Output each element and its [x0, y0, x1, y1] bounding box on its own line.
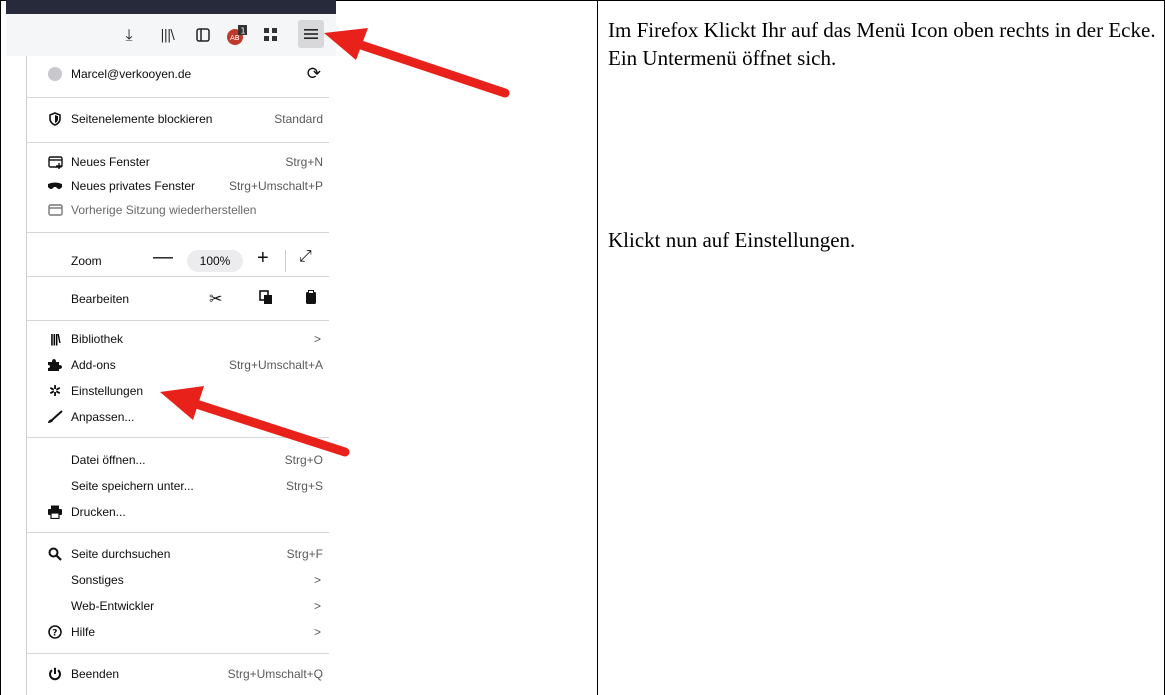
help-item[interactable]: ? Hilfe >: [27, 619, 329, 645]
brush-icon: [47, 409, 63, 425]
adblock-icon[interactable]: AB 1: [226, 24, 248, 46]
library-icon[interactable]: |||\: [156, 24, 178, 46]
private-window-shortcut: Strg+Umschalt+P: [228, 179, 323, 193]
zoom-divider: [285, 250, 286, 272]
adblock-badge-text: 1: [241, 27, 246, 36]
new-window-label: Neues Fenster: [71, 155, 150, 169]
table-border-middle: [597, 0, 598, 695]
find-in-page-shortcut: Strg+F: [286, 547, 323, 561]
fullscreen-icon[interactable]: ⤢: [299, 248, 312, 266]
save-page-shortcut: Strg+S: [285, 479, 323, 493]
customize-label: Anpassen...: [71, 410, 135, 424]
web-developer-label: Web-Entwickler: [71, 599, 155, 613]
zoom-in-button[interactable]: +: [257, 247, 269, 270]
zoom-reset-button[interactable]: 100%: [187, 250, 243, 272]
menu-separator: [27, 232, 329, 233]
app-menu: Marcel@verkooyen.de ⟳ Seitenelemente blo…: [26, 56, 329, 695]
menu-separator: [27, 437, 329, 438]
quit-item[interactable]: Beenden Strg+Umschalt+Q: [27, 661, 329, 687]
paste-icon[interactable]: [305, 290, 317, 308]
find-in-page-item[interactable]: Seite durchsuchen Strg+F: [27, 541, 329, 567]
printer-icon: [47, 504, 63, 520]
print-label: Drucken...: [71, 505, 126, 519]
help-label: Hilfe: [71, 625, 96, 639]
instruction-step-2: Klickt nun auf Einstellungen.: [608, 228, 856, 252]
copy-icon[interactable]: [259, 290, 273, 308]
settings-label: Einstellungen: [71, 384, 144, 398]
save-page-label: Seite speichern unter...: [71, 479, 194, 493]
sidebar-icon[interactable]: [192, 24, 214, 46]
addons-label: Add-ons: [71, 358, 116, 372]
library-label: Bibliothek: [71, 332, 124, 346]
browser-toolbar: ⤓ |||\ AB 1: [6, 0, 336, 56]
more-tools-label: Sonstiges: [71, 573, 124, 587]
avatar-icon: [47, 66, 63, 82]
addons-shortcut: Strg+Umschalt+A: [228, 358, 323, 372]
settings-item[interactable]: ✲ Einstellungen: [27, 378, 329, 404]
tracking-protection-value: Standard: [274, 112, 323, 126]
account-item[interactable]: Marcel@verkooyen.de ⟳: [27, 61, 329, 87]
more-tools-item[interactable]: Sonstiges >: [27, 567, 329, 593]
new-window-icon: [47, 154, 63, 170]
search-icon: [47, 546, 63, 562]
restore-session-icon: [47, 202, 63, 218]
more-tools-chevron-icon: >: [313, 573, 321, 587]
edit-row: Bearbeiten ✂: [27, 285, 329, 313]
edit-label: Bearbeiten: [71, 292, 130, 306]
help-icon: ?: [47, 624, 63, 640]
private-window-label: Neues privates Fenster: [71, 179, 196, 193]
help-chevron-icon: >: [313, 625, 321, 639]
zoom-row: Zoom — 100% + ⤢: [27, 246, 329, 276]
puzzle-icon: [47, 357, 63, 373]
open-file-shortcut: Strg+O: [284, 453, 323, 467]
library-menu-icon: |||\: [50, 332, 60, 346]
tracking-protection-label: Seitenelemente blockieren: [71, 112, 213, 126]
new-window-shortcut: Strg+N: [285, 155, 323, 169]
print-item[interactable]: Drucken...: [27, 499, 329, 525]
open-file-item[interactable]: Datei öffnen... Strg+O: [27, 447, 329, 473]
menu-separator: [27, 276, 329, 277]
menu-separator: [27, 97, 329, 98]
gear-icon: ✲: [48, 383, 62, 400]
find-in-page-label: Seite durchsuchen: [71, 547, 171, 561]
menu-icon[interactable]: [298, 20, 324, 48]
quit-shortcut: Strg+Umschalt+Q: [227, 667, 323, 681]
download-icon[interactable]: ⤓: [118, 24, 140, 46]
library-chevron-icon: >: [313, 332, 321, 346]
web-developer-item[interactable]: Web-Entwickler >: [27, 593, 329, 619]
sync-icon[interactable]: ⟳: [307, 64, 321, 84]
firefox-menu-screenshot: ⤓ |||\ AB 1 Marcel@verkooyen.de ⟳ Seitene…: [6, 0, 590, 695]
menu-separator: [27, 320, 329, 321]
extensions-icon[interactable]: [260, 24, 282, 46]
quit-label: Beenden: [71, 667, 120, 681]
shield-icon: [47, 111, 63, 127]
web-developer-chevron-icon: >: [313, 599, 321, 613]
toolbar-dark-strip: [6, 0, 336, 14]
private-mask-icon: [47, 178, 63, 194]
tracking-protection-item[interactable]: Seitenelemente blockieren Standard: [27, 106, 329, 132]
svg-text:AB: AB: [230, 34, 240, 42]
power-icon: [47, 666, 63, 682]
zoom-out-button[interactable]: —: [153, 246, 173, 269]
customize-item[interactable]: Anpassen...: [27, 404, 329, 430]
open-file-label: Datei öffnen...: [71, 453, 146, 467]
svg-text:?: ?: [52, 629, 57, 639]
new-window-item[interactable]: Neues Fenster Strg+N: [27, 149, 329, 175]
cut-icon[interactable]: ✂: [209, 289, 222, 309]
restore-session-label: Vorherige Sitzung wiederherstellen: [71, 203, 257, 217]
private-window-item[interactable]: Neues privates Fenster Strg+Umschalt+P: [27, 173, 329, 199]
zoom-label: Zoom: [71, 254, 102, 268]
addons-item[interactable]: Add-ons Strg+Umschalt+A: [27, 352, 329, 378]
instruction-step-1: Im Firefox Klickt Ihr auf das Menü Icon …: [608, 18, 1156, 70]
account-email: Marcel@verkooyen.de: [71, 67, 192, 81]
library-item[interactable]: |||\ Bibliothek >: [27, 326, 329, 352]
table-border-left: [0, 0, 1, 695]
menu-separator: [27, 653, 329, 654]
restore-session-item[interactable]: Vorherige Sitzung wiederherstellen: [27, 197, 329, 223]
menu-separator: [27, 142, 329, 143]
save-page-item[interactable]: Seite speichern unter... Strg+S: [27, 473, 329, 499]
menu-separator: [27, 532, 329, 533]
